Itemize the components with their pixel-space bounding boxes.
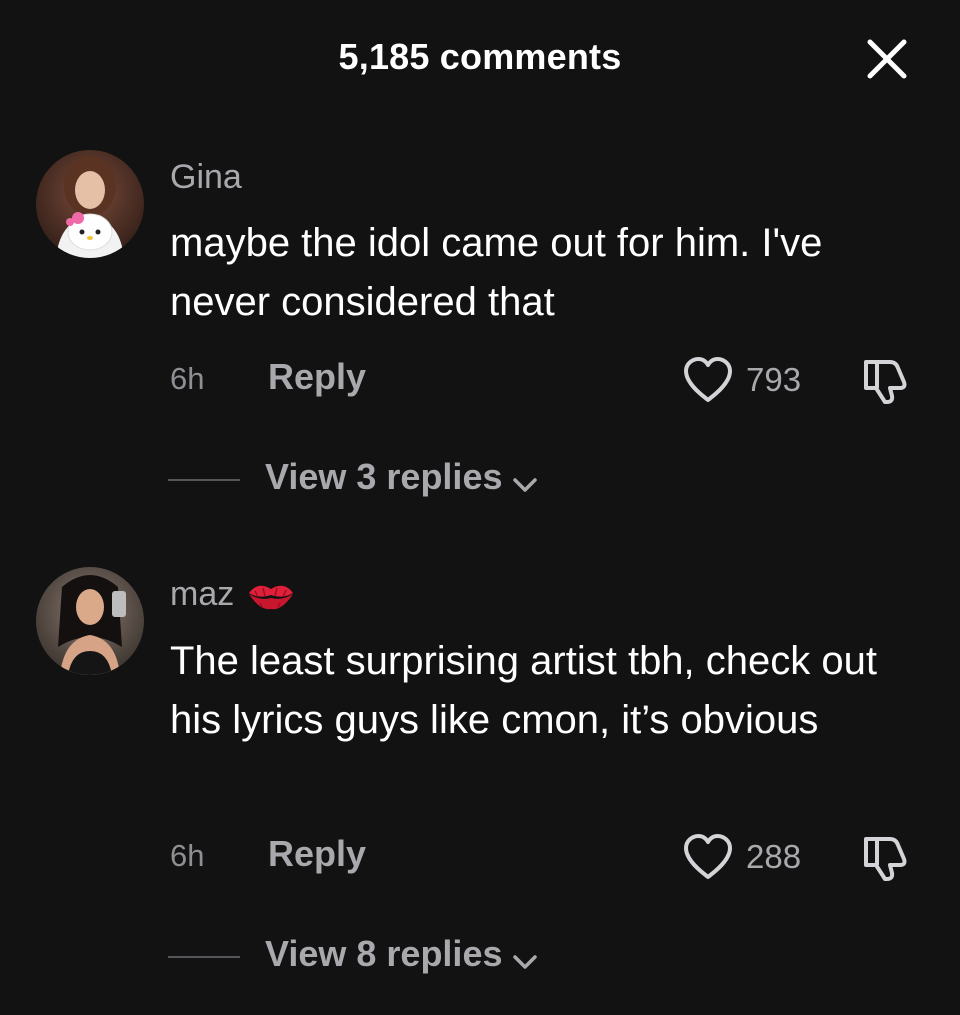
comment-text: maybe the idol came out for him. I've ne…: [170, 221, 823, 324]
close-icon: [867, 39, 907, 79]
comment-time: 6h: [170, 361, 205, 396]
heart-icon: [684, 357, 732, 402]
like-count: 793: [746, 361, 802, 398]
comments-header: 5,185 comments: [0, 0, 960, 120]
chevron-down-icon: [513, 955, 537, 969]
close-button[interactable]: [864, 36, 910, 82]
comment-username[interactable]: maz: [170, 575, 296, 615]
view-replies-button[interactable]: View 3 replies: [265, 456, 539, 498]
replies-divider: [168, 479, 240, 481]
view-replies-row: View 8 replies: [0, 933, 960, 977]
comment-username-text: maz: [170, 575, 235, 613]
heart-icon: [684, 834, 732, 879]
comments-sheet: 5,185 comments Gina maybe the idol came …: [0, 0, 960, 1015]
comment-time: 6h: [170, 838, 205, 873]
comment-text: The least surprising artist tbh, check o…: [170, 639, 877, 742]
chevron-down-icon: [513, 478, 537, 492]
view-replies-label: View 3 replies: [265, 456, 503, 497]
comment-actions: 6h Reply 793: [0, 356, 960, 406]
comment-actions: 6h Reply 288: [0, 833, 960, 883]
replies-divider: [168, 956, 240, 958]
view-replies-label: View 8 replies: [265, 933, 503, 974]
view-replies-button[interactable]: View 8 replies: [265, 933, 539, 975]
dislike-button[interactable]: [860, 356, 912, 406]
like-count: 288: [746, 838, 802, 875]
comments-count-title: 5,185 comments: [338, 36, 622, 77]
comment-username[interactable]: Gina: [170, 158, 242, 197]
thumbs-down-icon: [864, 837, 907, 881]
reply-button[interactable]: Reply: [268, 356, 366, 398]
dislike-button[interactable]: [860, 833, 912, 883]
reply-button[interactable]: Reply: [268, 833, 366, 875]
avatar[interactable]: [36, 150, 144, 258]
thumbs-down-icon: [864, 360, 907, 404]
view-replies-row: View 3 replies: [0, 456, 960, 500]
avatar[interactable]: [36, 567, 144, 675]
kiss-mark-icon: [248, 585, 293, 610]
